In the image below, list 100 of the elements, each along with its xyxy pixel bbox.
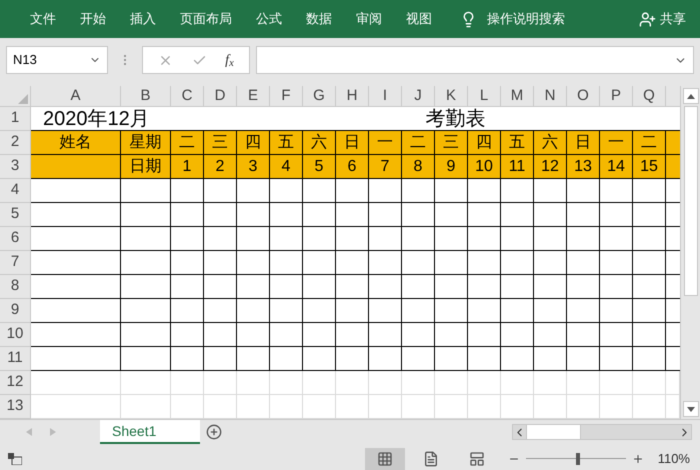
table-cell	[633, 347, 666, 371]
table-cell	[402, 395, 435, 419]
row-header[interactable]: 1	[0, 107, 31, 131]
table-cell	[121, 299, 171, 323]
table-cell	[501, 227, 534, 251]
table-cell: 13	[567, 155, 600, 179]
table-cell	[600, 347, 633, 371]
table-cell	[666, 371, 680, 395]
scroll-thumb[interactable]	[526, 425, 581, 439]
up-arrow-icon[interactable]	[686, 94, 694, 98]
add-sheet-icon[interactable]	[206, 424, 222, 440]
table-cell	[303, 347, 336, 371]
row-header[interactable]: 9	[0, 299, 31, 323]
table-cell	[303, 227, 336, 251]
table-cell	[402, 275, 435, 299]
table-cell: 8	[402, 155, 435, 179]
table-cell	[204, 395, 237, 419]
table-cell	[270, 299, 303, 323]
row-header[interactable]: 10	[0, 323, 31, 347]
insert-function-button[interactable]: f$_{x}$	[225, 50, 234, 70]
scroll-thumb[interactable]	[684, 106, 698, 296]
table-cell	[633, 179, 666, 203]
table-cell	[534, 371, 567, 395]
menu-tab[interactable]: 插入	[118, 4, 168, 34]
row-header[interactable]: 4	[0, 179, 31, 203]
table-cell	[600, 179, 633, 203]
table-cell	[121, 179, 171, 203]
table-cell	[303, 395, 336, 419]
zoom-thumb[interactable]	[576, 452, 580, 464]
table-cell	[534, 179, 567, 203]
table-cell	[402, 371, 435, 395]
table-cell	[402, 227, 435, 251]
macro-status-icon[interactable]	[8, 452, 22, 464]
table-cell	[121, 323, 171, 347]
row-header[interactable]: 3	[0, 155, 31, 179]
menu-tab[interactable]: 页面布局	[168, 4, 244, 34]
zoom-level[interactable]: 110%	[658, 448, 690, 468]
share-button[interactable]: 共享	[660, 9, 686, 29]
table-cell	[369, 251, 402, 275]
zoom-in-icon[interactable]	[632, 452, 644, 464]
table-cell: 四	[468, 131, 501, 155]
table-cell	[237, 299, 270, 323]
table-cell: 二	[633, 131, 666, 155]
table-cell	[633, 371, 666, 395]
menu-tab[interactable]: 视图	[394, 4, 444, 34]
table-cell	[501, 323, 534, 347]
table-cell	[600, 371, 633, 395]
table-cell	[435, 323, 468, 347]
row-header[interactable]: 7	[0, 251, 31, 275]
row-header[interactable]: 8	[0, 275, 31, 299]
table-cell	[303, 323, 336, 347]
name-box[interactable]: N13	[6, 46, 108, 74]
table-cell	[534, 251, 567, 275]
month-title: 2020年12月	[43, 108, 150, 128]
table-cell	[336, 251, 369, 275]
row-header[interactable]: 5	[0, 203, 31, 227]
table-cell	[501, 179, 534, 203]
table-cell	[270, 371, 303, 395]
menu-tab[interactable]: 数据	[294, 4, 344, 34]
table-cell	[633, 227, 666, 251]
view-button[interactable]	[364, 448, 405, 470]
horizontal-scrollbar[interactable]	[512, 424, 692, 440]
table-cell	[369, 323, 402, 347]
table-cell	[501, 275, 534, 299]
table-cell	[204, 275, 237, 299]
sheet-tab[interactable]: Sheet1	[100, 420, 200, 444]
table-cell	[666, 155, 680, 179]
table-cell	[567, 323, 600, 347]
table-cell	[567, 275, 600, 299]
zoom-slider[interactable]	[526, 452, 626, 464]
table-cell	[303, 203, 336, 227]
table-cell	[369, 179, 402, 203]
table-cell	[468, 395, 501, 419]
tell-me-search[interactable]: 操作说明搜索	[487, 9, 565, 29]
table-cell	[204, 371, 237, 395]
formula-input[interactable]	[256, 46, 694, 74]
table-cell	[270, 395, 303, 419]
table-cell	[237, 227, 270, 251]
table-cell	[369, 299, 402, 323]
menu-tab[interactable]: 审阅	[344, 4, 394, 34]
table-cell	[204, 227, 237, 251]
table-cell	[336, 395, 369, 419]
table-cell	[468, 251, 501, 275]
row-header[interactable]: 13	[0, 395, 31, 419]
menu-tab[interactable]: 文件	[18, 4, 68, 34]
row-header[interactable]: 2	[0, 131, 31, 155]
table-cell	[600, 299, 633, 323]
menu-tab[interactable]: 开始	[68, 4, 118, 34]
row-header[interactable]: 11	[0, 347, 31, 371]
table-cell: 一	[600, 131, 633, 155]
table-cell	[171, 299, 204, 323]
table-cell	[402, 203, 435, 227]
row-header[interactable]: 12	[0, 371, 31, 395]
table-cell	[303, 179, 336, 203]
table-cell: 7	[369, 155, 402, 179]
page-icon	[422, 450, 439, 466]
row-header[interactable]: 6	[0, 227, 31, 251]
menu-tab[interactable]: 公式	[244, 4, 294, 34]
down-arrow-icon[interactable]	[686, 406, 694, 412]
vertical-scrollbar[interactable]	[680, 86, 700, 419]
